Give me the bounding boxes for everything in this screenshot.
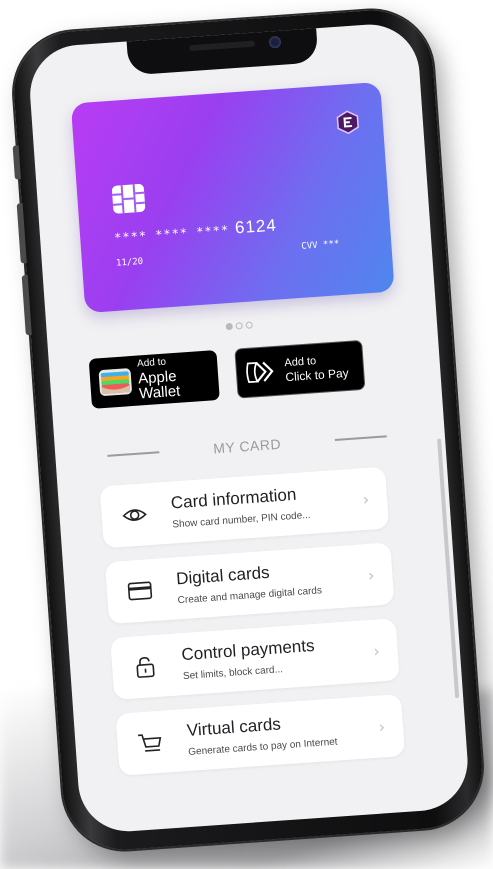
add-to-apple-wallet-button[interactable]: Add to Apple Wallet	[88, 350, 220, 409]
menu-item-title: Card information	[170, 484, 297, 513]
menu-item-title: Control payments	[180, 635, 316, 665]
menu-item-title: Digital cards	[175, 562, 271, 589]
click-to-pay-label: Add to Click to Pay	[284, 353, 350, 384]
menu-item-subtitle: Generate cards to pay on Internet	[187, 736, 338, 758]
card-icon	[127, 581, 153, 601]
card-number-masked: **** **** ****	[113, 222, 230, 245]
apple-wallet-icon	[98, 368, 132, 396]
menu-item-digital-cards[interactable]: Digital cards Create and manage digital …	[104, 542, 395, 625]
eye-icon	[122, 509, 147, 521]
phone-mockup: **** **** **** 6124 11/20 CVV *** Add to …	[9, 6, 487, 854]
cart-icon	[137, 734, 162, 752]
menu-item-control-payments[interactable]: Control payments Set limits, block card.…	[110, 618, 400, 700]
section-divider-left	[107, 451, 160, 457]
carousel-indicator[interactable]	[225, 321, 253, 331]
menu-item-subtitle: Set limits, block card...	[182, 664, 284, 683]
phone-screen: **** **** **** 6124 11/20 CVV *** Add to …	[26, 21, 471, 835]
menu-item-subtitle: Show card number, PIN code...	[172, 509, 311, 531]
chevron-right-icon: ›	[377, 717, 386, 737]
carousel-dot[interactable]	[245, 321, 253, 329]
brand-logo-icon	[336, 110, 359, 135]
lock-icon	[136, 656, 155, 678]
menu-item-title: Virtual cards	[186, 714, 282, 740]
bank-card[interactable]: **** **** **** 6124 11/20 CVV ***	[70, 81, 395, 314]
menu-item-subtitle: Create and manage digital cards	[177, 585, 323, 607]
add-to-click-to-pay-button[interactable]: Add to Click to Pay	[234, 339, 366, 399]
click-to-pay-label-big: Click to Pay	[284, 365, 350, 384]
chevron-right-icon: ›	[362, 489, 370, 510]
menu-item-card-information[interactable]: Card information Show card number, PIN c…	[99, 466, 390, 549]
carousel-dot[interactable]	[225, 322, 233, 331]
click-to-pay-icon	[246, 361, 274, 384]
apple-wallet-label: Add to Apple Wallet	[137, 355, 212, 403]
chevron-right-icon: ›	[372, 641, 381, 661]
card-expiry: 11/20	[115, 256, 144, 269]
section-title: MY CARD	[212, 435, 282, 457]
carousel-dot[interactable]	[235, 322, 243, 330]
card-cvv: CVV ***	[301, 239, 340, 252]
menu-item-virtual-cards[interactable]: Virtual cards Generate cards to pay on I…	[115, 693, 406, 776]
section-divider-right	[334, 435, 387, 441]
section-header: MY CARD	[107, 428, 387, 463]
apple-wallet-label-big: Apple Wallet	[137, 367, 181, 403]
card-chip-icon	[111, 184, 146, 214]
front-camera	[268, 35, 282, 49]
speaker	[189, 40, 256, 52]
chevron-right-icon: ›	[367, 565, 376, 585]
card-number-last4: 6124	[234, 215, 278, 238]
